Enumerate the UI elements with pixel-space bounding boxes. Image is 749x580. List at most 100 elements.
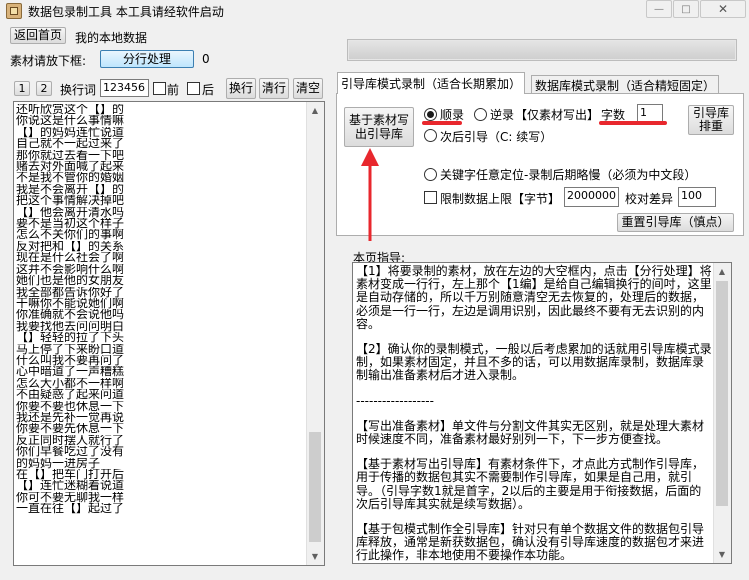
local-data-link[interactable]: 我的本地数据 [75, 29, 147, 46]
material-line: 还听欣赏这个【】的 [16, 104, 125, 116]
clear-button[interactable]: 清空 [293, 78, 323, 99]
material-line: 一直在往【】起过了 [16, 503, 125, 515]
material-line: 怎么不关你们的事啊 [16, 229, 125, 241]
material-line: 反正同时摆人就行了 [16, 434, 125, 447]
close-button[interactable]: ✕ [700, 0, 746, 18]
material-line: 赌去对外面喊了起来 [16, 161, 125, 173]
material-line: 反对把和【】的关系 [16, 240, 125, 253]
material-line: 我全部都告诉你好了 [16, 286, 125, 298]
edit-slot-2-button[interactable]: 2 [36, 81, 52, 96]
guide-scroll-down-icon[interactable]: ▼ [714, 546, 730, 563]
split-process-button[interactable]: 分行处理 [100, 50, 194, 68]
material-line: 干嘛你不能说她们啊 [16, 297, 125, 310]
scroll-down-icon[interactable]: ▼ [307, 548, 323, 565]
material-line: 我是不会离开【】的 [16, 183, 125, 196]
material-line: 你说这是什么事情嘛 [16, 115, 125, 127]
material-line: 现在是什么社会了啊 [16, 252, 125, 264]
clear-lines-button[interactable]: 清行 [259, 78, 289, 99]
material-line: 我还是先补一觉再说 [16, 411, 125, 424]
swap-word-input[interactable]: 123456 [100, 79, 149, 97]
maximize-button[interactable]: □ [673, 0, 699, 18]
material-line: 在【】把车门打开后 [16, 469, 125, 481]
material-line: 的妈妈一进房子 [16, 457, 101, 469]
guide-paragraph: 【1】将要录制的素材，放在左边的大空框内，点击【分行处理】将素材变成一行行，左上… [356, 264, 712, 331]
diff-input[interactable]: 100 [678, 187, 716, 207]
guide-scroll-thumb[interactable] [716, 281, 728, 506]
material-label: 素材请放下框: [10, 54, 87, 68]
material-line: 心中暗道了一声糟糕 [16, 366, 125, 378]
close-icon: ✕ [717, 1, 729, 16]
seq-underline-annotation [422, 121, 462, 125]
material-line: 她们也是他的女朋友 [16, 275, 125, 287]
guide-text: 【1】将要录制的素材，放在左边的大空框内，点击【分行处理】将素材变成一行行，左上… [356, 264, 712, 563]
seq-radio[interactable] [424, 108, 437, 121]
reverse-radio[interactable] [474, 108, 487, 121]
only-material-label: 【仅素材写出】 [515, 108, 600, 122]
guide-textarea[interactable]: 【1】将要录制的素材，放在左边的大空框内，点击【分行处理】将素材变成一行行，左上… [352, 262, 732, 564]
material-textarea[interactable]: 还听欣赏这个【】的 你说这是什么事情嘛 【】的妈妈连忙说道 自己就不一起过来了 那你就过… [13, 101, 325, 566]
limit-label: 限制数据上限【字节】 [440, 192, 561, 206]
limit-checkbox[interactable] [424, 191, 437, 204]
tab-panel: 基于素材写出引导库 顺录 逆录 【仅素材写出】 字数 1 引导库排重 次后引导（… [336, 93, 744, 236]
material-scrollbar[interactable]: ▲ ▼ [306, 102, 324, 565]
tab-database-mode[interactable]: 数据库模式录制（适合精短固定） [531, 75, 719, 94]
scroll-thumb[interactable] [309, 432, 321, 542]
guide-paragraph: 【基于包模式制作全引导库】针对只有单个数据文件的数据包引导库释放，通常是新获数据… [356, 522, 705, 563]
material-line: 马上停了下来盼口道 [16, 343, 125, 355]
app-icon [6, 3, 22, 19]
material-line: 把这个事情解决掉吧 [16, 195, 125, 207]
diff-label: 校对差异 [625, 192, 674, 206]
line-count: 0 [202, 52, 210, 66]
guide-paragraph: 【2】确认你的录制模式，一般以后考虑累加的话就用引导库模式录制，如果素材固定，并… [356, 342, 712, 383]
material-line: 什么叫我不要再问了 [16, 354, 125, 367]
material-line: 不是我不管你的婚姻 [16, 172, 125, 184]
write-guide-button[interactable]: 基于素材写出引导库 [344, 107, 414, 147]
guide-paragraph: 【写出准备素材】单文件与分割文件其实无区别，就是处理大素材时候速度不同，准备素材… [356, 418, 705, 447]
guide-paragraph: 【基于素材写出引导库】有素材条件下，才点此方式制作引导库，用于传播的数据包其实不… [356, 457, 705, 511]
window-title: 数据包录制工具 本工具请经软件启动 [28, 5, 224, 19]
front-checkbox[interactable] [153, 82, 166, 95]
material-line: 你们早餐吃过了没有 [16, 446, 125, 458]
material-line: 【】连忙迷糊着说道 [16, 480, 125, 492]
reset-guide-button[interactable]: 重置引导库（慎点） [617, 213, 734, 232]
material-line: 你准确就不会说他吗 [16, 309, 125, 321]
progress-fill [349, 41, 735, 59]
progress-bar [347, 39, 737, 61]
edit-slot-1-button[interactable]: 1 [14, 81, 30, 96]
back-checkbox[interactable] [187, 82, 200, 95]
char-count-underline-annotation [599, 121, 667, 125]
minimize-icon: — [654, 3, 664, 15]
minimize-button[interactable]: — [646, 0, 672, 18]
tab-guide-mode[interactable]: 引导库模式录制（适合长期累加） [337, 72, 525, 94]
material-line: 你要不要先休息一下 [16, 423, 125, 435]
material-line: 要不是当初这个样子 [16, 218, 125, 230]
limit-input[interactable]: 2000000 [564, 187, 619, 207]
guide-scrollbar[interactable]: ▲ ▼ [713, 263, 731, 563]
guide-sort-button[interactable]: 引导库排重 [688, 105, 734, 135]
arrow-annotation [361, 148, 379, 241]
material-line: 那你就过去看一下吧 [16, 149, 125, 162]
material-line: 【】轻轻的拉了下头 [16, 332, 125, 344]
material-line: 这并不会影响什么啊 [16, 263, 125, 276]
next-step-radio[interactable] [424, 129, 437, 142]
material-line: 自己就不一起过来了 [16, 138, 125, 150]
material-line: 你可不要无聊我一样 [16, 491, 125, 504]
back-home-button[interactable]: 返回首页 [10, 27, 66, 44]
material-line: 你要不要也休息一下 [16, 400, 125, 412]
guide-paragraph: ------------------ [356, 393, 434, 408]
next-step-label: 次后引导（C: 续写） [440, 130, 553, 144]
material-line: 怎么大小都不一样啊 [16, 377, 125, 390]
swap-word-label: 换行词 [60, 83, 97, 97]
keyword-radio[interactable] [424, 168, 437, 181]
swap-button[interactable]: 换行 [226, 78, 256, 99]
reverse-label: 逆录 [490, 108, 515, 122]
maximize-icon: □ [681, 3, 691, 15]
material-line: 我要找他去问问明白 [16, 320, 125, 333]
front-label: 前 [167, 83, 180, 97]
material-line: 不由疑惑了起来问道 [16, 389, 125, 401]
guide-scroll-up-icon[interactable]: ▲ [714, 263, 730, 280]
char-count-input[interactable]: 1 [637, 104, 663, 122]
scroll-up-icon[interactable]: ▲ [307, 102, 323, 119]
keyword-label: 关键字任意定位-录制后期略慢（必须为中文段） [440, 168, 697, 182]
back-label: 后 [202, 83, 215, 97]
